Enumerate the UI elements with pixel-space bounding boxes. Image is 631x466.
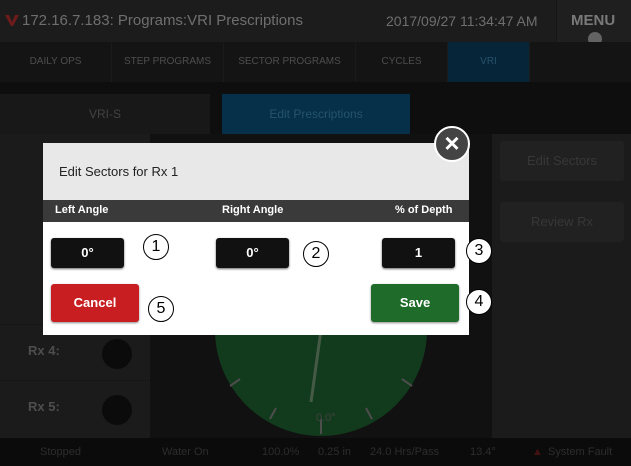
column-left-angle: Left Angle xyxy=(55,204,109,216)
close-icon[interactable]: × xyxy=(434,126,470,162)
edit-sectors-dialog: Edit Sectors for Rx 1 Left Angle Right A… xyxy=(43,143,469,335)
right-angle-field[interactable]: 0° xyxy=(216,238,289,268)
column-right-angle: Right Angle xyxy=(222,204,284,216)
callout-badge-5: 5 xyxy=(148,296,174,322)
column-depth-percent: % of Depth xyxy=(395,204,453,216)
save-button[interactable]: Save xyxy=(371,284,459,322)
callout-badge-4: 4 xyxy=(466,289,492,315)
left-angle-field[interactable]: 0° xyxy=(51,238,124,268)
callout-badge-3: 3 xyxy=(466,238,492,264)
cancel-button[interactable]: Cancel xyxy=(51,284,139,322)
callout-badge-2: 2 xyxy=(303,241,329,267)
dialog-title: Edit Sectors for Rx 1 xyxy=(59,164,179,179)
column-header-row: Left Angle Right Angle % of Depth xyxy=(43,200,469,222)
depth-percent-field[interactable]: 1 xyxy=(382,238,455,268)
callout-badge-1: 1 xyxy=(143,234,169,260)
dialog-header: Edit Sectors for Rx 1 xyxy=(43,143,469,200)
